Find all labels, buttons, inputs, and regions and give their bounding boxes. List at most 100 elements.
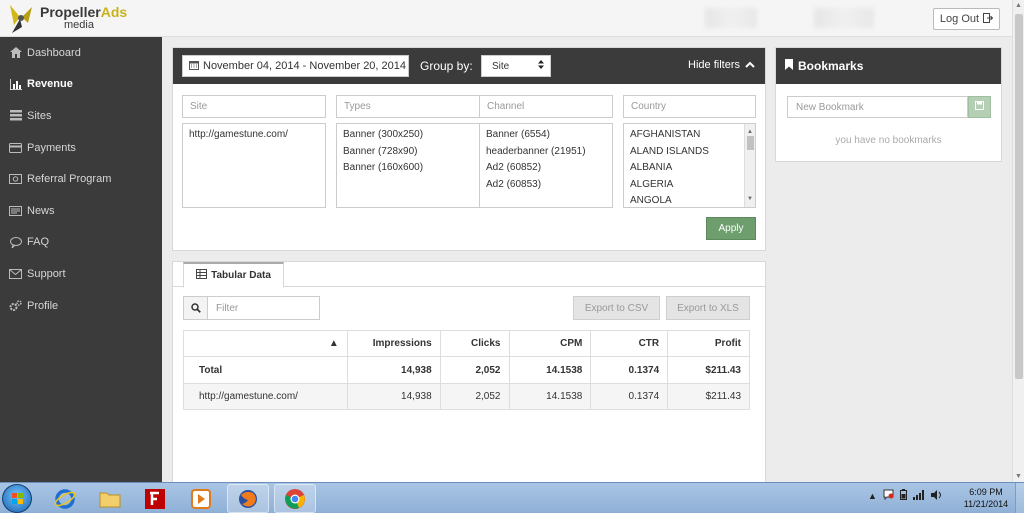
clock-time: 6:09 PM (969, 487, 1003, 497)
new-bookmark-input[interactable]: New Bookmark (787, 96, 968, 118)
list-item[interactable]: ANGOLA (630, 193, 749, 207)
column-header-clicks[interactable]: Clicks (439, 330, 510, 357)
bookmarks-header: Bookmarks (776, 48, 1001, 84)
sidebar-item-label: Referral Program (27, 173, 112, 186)
taskbar-ie[interactable] (44, 484, 86, 513)
sidebar-item-dashboard[interactable]: Dashboard (0, 37, 162, 69)
filters-panel: November 04, 2014 - November 20, 2014 Gr… (172, 47, 766, 251)
channel-filter-input[interactable]: Channel (479, 95, 613, 118)
tab-tabular-data[interactable]: Tabular Data (183, 262, 284, 288)
site-filter-input[interactable]: Site (182, 95, 326, 118)
list-item[interactable]: Banner (6554) (486, 127, 606, 144)
list-item[interactable]: ALGERIA (630, 177, 749, 194)
list-item[interactable]: Banner (160x600) (343, 160, 473, 177)
list-item[interactable]: Banner (728x90) (343, 144, 473, 161)
money-icon (9, 173, 22, 185)
taskbar-explorer[interactable] (89, 484, 131, 513)
taskbar-chrome[interactable] (274, 484, 316, 513)
scroll-up-icon[interactable]: ▲ (1015, 2, 1022, 9)
sidebar-item-sites[interactable]: Sites (0, 100, 162, 132)
table-row[interactable]: http://gamestune.com/ 14,938 2,052 14.15… (183, 383, 750, 410)
search-icon (183, 296, 207, 320)
show-desktop-button[interactable] (1015, 483, 1024, 513)
date-range-picker[interactable]: November 04, 2014 - November 20, 2014 (182, 55, 409, 77)
list-item[interactable]: headerbanner (21951) (486, 144, 606, 161)
column-header-ctr[interactable]: CTR (590, 330, 669, 357)
page-scrollbar[interactable]: ▲ ▼ (1012, 0, 1024, 482)
types-filter-list[interactable]: Banner (300x250) Banner (728x90) Banner … (336, 123, 480, 208)
table-cell: 14.1538 (508, 383, 592, 410)
table-cell: Total (183, 356, 348, 384)
calendar-icon (189, 60, 199, 73)
taskbar-filezilla[interactable] (134, 484, 176, 513)
data-table: ▲ Impressions Clicks CPM CTR Profit Tota… (183, 330, 750, 410)
system-clock[interactable]: 6:09 PM 11/21/2014 (958, 486, 1014, 510)
firefox-icon (239, 489, 257, 508)
table-cell: http://gamestune.com/ (183, 383, 348, 410)
export-xls-button[interactable]: Export to XLS (666, 296, 750, 320)
channel-filter-list[interactable]: Banner (6554) headerbanner (21951) Ad2 (… (479, 123, 613, 208)
list-item[interactable]: AFGHANISTAN (630, 127, 749, 144)
volume-icon[interactable] (930, 489, 943, 502)
column-header-cpm[interactable]: CPM (508, 330, 592, 357)
scrollbar-thumb[interactable] (1015, 14, 1023, 379)
scrollbar-thumb[interactable] (747, 136, 754, 150)
list-item[interactable]: ALAND ISLANDS (630, 144, 749, 161)
list-item[interactable]: Ad2 (60853) (486, 177, 606, 194)
sidebar-item-support[interactable]: Support (0, 258, 162, 290)
scroll-down-icon[interactable]: ▼ (747, 191, 753, 208)
save-bookmark-button[interactable] (968, 96, 991, 118)
sidebar-item-referral-program[interactable]: Referral Program (0, 163, 162, 195)
new-bookmark-form: New Bookmark (787, 96, 991, 118)
chrome-icon (285, 488, 305, 509)
country-filter-input[interactable]: Country (623, 95, 756, 118)
sort-arrows-icon (538, 60, 544, 72)
taskbar-media-player[interactable] (180, 484, 222, 513)
country-list-scrollbar[interactable]: ▲ ▼ (744, 124, 755, 207)
sidebar-item-label: Sites (27, 109, 52, 122)
sidebar-item-label: Payments (27, 141, 76, 154)
sidebar-item-revenue[interactable]: Revenue (0, 69, 162, 101)
group-by-select[interactable]: Site (481, 55, 551, 77)
list-item[interactable]: ALBANIA (630, 160, 749, 177)
list-item[interactable]: Ad2 (60852) (486, 160, 606, 177)
logout-button[interactable]: Log Out (933, 8, 1000, 30)
site-filter-list[interactable]: http://gamestune.com/ (182, 123, 326, 208)
sidebar-item-label: FAQ (27, 236, 50, 249)
data-panel: Tabular Data Filter Export to CSV Export… (172, 261, 766, 482)
group-by-label: Group by: (420, 59, 473, 73)
sidebar-item-profile[interactable]: Profile (0, 290, 162, 322)
clock-date: 11/21/2014 (963, 499, 1009, 509)
types-filter-input[interactable]: Types (336, 95, 480, 118)
bookmarks-empty-message: you have no bookmarks (835, 135, 942, 146)
column-header-impressions[interactable]: Impressions (346, 330, 441, 357)
export-csv-button[interactable]: Export to CSV (573, 296, 660, 320)
list-item[interactable]: http://gamestune.com/ (189, 127, 319, 144)
filter-input[interactable]: Filter (207, 296, 320, 320)
column-header-site[interactable]: ▲ (183, 330, 348, 357)
network-icon[interactable] (912, 489, 925, 502)
brand-name-part1: Propeller (40, 4, 101, 20)
sidebar-item-news[interactable]: News (0, 195, 162, 227)
logo[interactable]: PropellerAds media (6, 2, 127, 36)
battery-icon[interactable] (899, 489, 907, 502)
windows-taskbar: ▲ 6:09 PM 11/21/2014 (0, 482, 1024, 513)
taskbar-firefox[interactable] (227, 484, 269, 513)
hide-filters-toggle[interactable]: Hide filters (688, 59, 755, 71)
apply-button[interactable]: Apply (706, 217, 756, 240)
column-header-profit[interactable]: Profit (667, 330, 750, 357)
start-button[interactable] (2, 484, 32, 513)
folder-icon (99, 492, 121, 507)
sidebar-item-faq[interactable]: FAQ (0, 227, 162, 259)
table-cell: $211.43 (667, 356, 750, 384)
list-item[interactable]: Banner (300x250) (343, 127, 473, 144)
country-filter-list[interactable]: AFGHANISTAN ALAND ISLANDS ALBANIA ALGERI… (623, 123, 756, 208)
envelope-icon (9, 268, 22, 280)
list-icon (9, 110, 22, 122)
scroll-down-icon[interactable]: ▼ (1015, 473, 1022, 480)
action-center-icon[interactable] (883, 489, 894, 502)
types-filter: Types Banner (300x250) Banner (728x90) B… (336, 95, 480, 208)
sidebar-item-payments[interactable]: Payments (0, 132, 162, 164)
propeller-logo-icon (6, 3, 36, 35)
show-hidden-icons-icon[interactable]: ▲ (868, 491, 877, 501)
